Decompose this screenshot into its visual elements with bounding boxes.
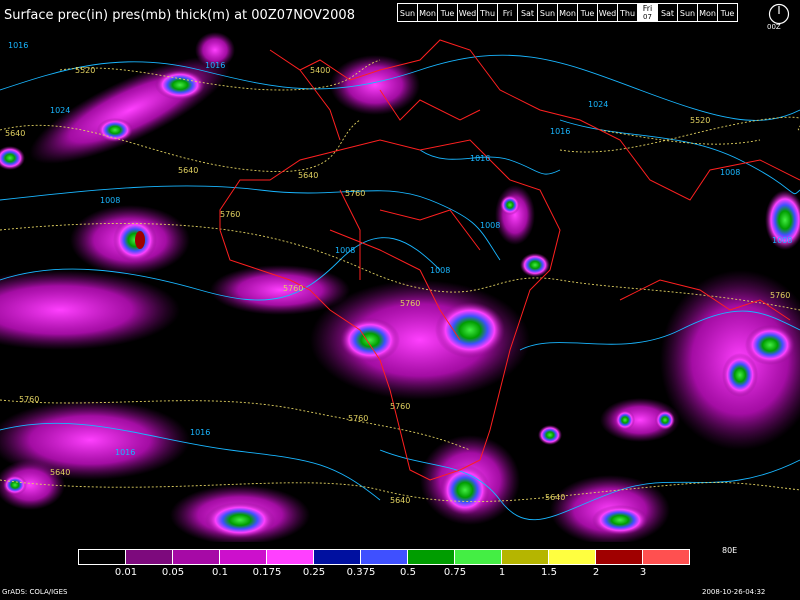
colorbar-swatch	[78, 549, 126, 565]
day-cell: Sun	[677, 3, 698, 22]
svg-text:5640: 5640	[390, 496, 410, 505]
colorbar-swatch	[595, 549, 643, 565]
svg-text:5520: 5520	[690, 116, 710, 125]
day-cell: Sat	[657, 3, 678, 22]
svg-text:1016: 1016	[190, 428, 210, 437]
precip-colorbar	[78, 549, 690, 565]
clock-icon	[768, 3, 790, 25]
day-cell: Tue	[577, 3, 598, 22]
svg-text:5640: 5640	[50, 468, 70, 477]
colorbar-tick: 0.05	[161, 567, 185, 578]
colorbar-tick: 0.375	[346, 567, 376, 578]
colorbar-tick: 2	[592, 567, 600, 578]
day-cell: Fri 07	[637, 3, 658, 22]
svg-text:1008: 1008	[480, 221, 500, 230]
colorbar-tick: 3	[639, 567, 647, 578]
svg-text:5400: 5400	[310, 66, 330, 75]
svg-text:5760: 5760	[400, 299, 420, 308]
svg-text:1016: 1016	[8, 41, 28, 50]
day-cell: Mon	[417, 3, 438, 22]
day-cell: Wed	[597, 3, 618, 22]
colorbar-swatch	[266, 549, 314, 565]
colorbar-swatch	[454, 549, 502, 565]
day-strip: Sun Mon Tue Wed Thu Fri Sat Sun Mon Tue Wed Thu Fri 0…	[397, 3, 738, 22]
svg-text:5640: 5640	[178, 166, 198, 175]
colorbar-tick: 0.1	[212, 567, 228, 578]
day-cell: Thu	[617, 3, 638, 22]
colorbar-swatch	[501, 549, 549, 565]
svg-text:1016: 1016	[115, 448, 135, 457]
weather-map: 1016 1024 1016 1008 1008 1016 1008 1008 …	[0, 32, 800, 542]
colorbar-tick: 0.75	[443, 567, 467, 578]
colorbar-tick: 0.5	[400, 567, 416, 578]
colorbar-swatch	[219, 549, 267, 565]
colorbar-tick: 1	[498, 567, 506, 578]
day-cell: Sun	[537, 3, 558, 22]
colorbar-swatch	[407, 549, 455, 565]
colorbar-swatch	[360, 549, 408, 565]
svg-text:5760: 5760	[345, 189, 365, 198]
day-cell: Tue	[437, 3, 458, 22]
svg-text:5640: 5640	[545, 493, 565, 502]
svg-text:5760: 5760	[770, 291, 790, 300]
svg-text:1008: 1008	[100, 196, 120, 205]
colorbar-tick: 0.01	[114, 567, 138, 578]
colorbar-ticks: 0.01 0.05 0.1 0.175 0.25 0.375 0.5 0.75 1 1.5 2 3	[0, 567, 800, 581]
colorbar-tick: 0.175	[252, 567, 282, 578]
svg-text:1024: 1024	[50, 106, 70, 115]
svg-text:5760: 5760	[348, 414, 368, 423]
svg-text:5640: 5640	[5, 129, 25, 138]
footer-timestamp: 2008-10-26-04:32	[702, 588, 766, 596]
colorbar-right-label: 80E	[722, 546, 738, 555]
svg-text:5760: 5760	[220, 210, 240, 219]
svg-text:1016: 1016	[550, 127, 570, 136]
svg-text:1024: 1024	[588, 100, 608, 109]
svg-text:5760: 5760	[283, 284, 303, 293]
svg-text:1008: 1008	[772, 236, 792, 245]
svg-text:5520: 5520	[75, 66, 95, 75]
day-cell: Sun	[397, 3, 418, 22]
svg-text:1008: 1008	[430, 266, 450, 275]
day-cell: Sat	[517, 3, 538, 22]
footer-credit: GrADS: COLA/IGES	[2, 588, 68, 596]
day-cell: Mon	[697, 3, 718, 22]
svg-text:1008: 1008	[720, 168, 740, 177]
colorbar-swatch	[642, 549, 690, 565]
svg-text:5640: 5640	[298, 171, 318, 180]
svg-text:1016: 1016	[205, 61, 225, 70]
colorbar-tick: 1.5	[541, 567, 557, 578]
svg-text:5760: 5760	[390, 402, 410, 411]
day-cell: Tue	[717, 3, 738, 22]
svg-text:1016: 1016	[470, 154, 490, 163]
svg-text:5760: 5760	[19, 395, 39, 404]
day-cell: Fri	[497, 3, 518, 22]
day-cell: Wed	[457, 3, 478, 22]
map-title: Surface prec(in) pres(mb) thick(m) at 00…	[4, 8, 355, 23]
colorbar-tick: 0.25	[302, 567, 326, 578]
svg-text:1008: 1008	[335, 246, 355, 255]
day-cell: Thu	[477, 3, 498, 22]
precip-field	[0, 32, 800, 542]
day-cell: Mon	[557, 3, 578, 22]
colorbar-swatch	[313, 549, 361, 565]
colorbar-swatch	[548, 549, 596, 565]
colorbar-swatch	[125, 549, 173, 565]
colorbar-swatch	[172, 549, 220, 565]
